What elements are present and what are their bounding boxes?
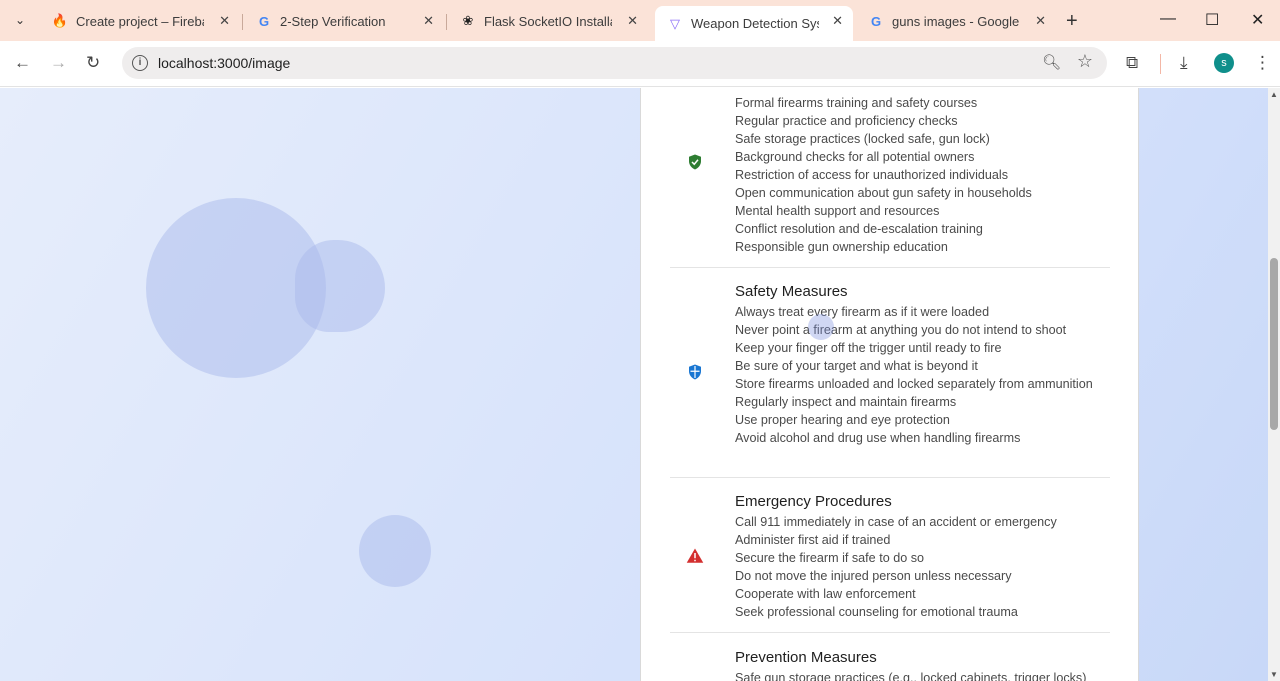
toolbar-divider (1160, 54, 1161, 74)
menu-kebab-icon[interactable]: ⋮ (1254, 53, 1271, 73)
security-shield-icon (689, 364, 701, 380)
tab-search-chevron-icon[interactable]: ⌄ (8, 8, 32, 32)
list-item: Keep your finger off the trigger until r… (735, 341, 1002, 355)
list-item: Store firearms unloaded and locked separ… (735, 377, 1093, 391)
list-item: Always treat every firearm as if it were… (735, 305, 990, 319)
google-icon: G (870, 13, 882, 29)
tab-separator (242, 14, 243, 30)
list-item: Safe gun storage practices (e.g., locked… (735, 671, 1087, 681)
decorative-circle-small (359, 515, 431, 587)
cursor-highlight (808, 314, 834, 340)
tab-google-search[interactable]: G guns images - Google Search ✕ (856, 6, 1056, 36)
openai-icon: ❀ (462, 13, 474, 28)
minimize-icon[interactable]: — (1160, 10, 1176, 28)
tab-title: guns images - Google Search (892, 13, 1020, 29)
tab-separator (446, 14, 447, 30)
section-heading: Prevention Measures (735, 649, 877, 666)
list-item: Avoid alcohol and drug use when handling… (735, 431, 1021, 445)
close-tab-icon[interactable]: ✕ (1035, 13, 1046, 29)
list-item: Seek professional counseling for emotion… (735, 605, 1018, 619)
tab-2step[interactable]: G 2-Step Verification ✕ (244, 6, 444, 36)
list-item: Do not move the injured person unless ne… (735, 569, 1012, 583)
section-divider (670, 267, 1110, 268)
section-divider (670, 477, 1110, 478)
tab-title: Weapon Detection System (691, 16, 819, 31)
list-item: Cooperate with law enforcement (735, 587, 916, 601)
close-tab-icon[interactable]: ✕ (627, 13, 638, 29)
page-background: Formal firearms training and safety cour… (0, 88, 1268, 681)
list-item: Restriction of access for unauthorized i… (735, 168, 1009, 182)
list-item: Be sure of your target and what is beyon… (735, 359, 978, 373)
decorative-shape (295, 240, 385, 332)
zoom-icon[interactable]: 🔍︎ (1042, 53, 1061, 71)
shield-check-icon (689, 154, 701, 170)
list-item: Secure the firearm if safe to do so (735, 551, 924, 565)
tab-firebase[interactable]: 🔥 Create project – Firebase ✕ (40, 6, 240, 36)
google-icon: G (258, 13, 270, 29)
list-item: Administer first aid if trained (735, 533, 891, 547)
list: Always treat every firearm as if it were… (735, 303, 1095, 447)
list: Formal firearms training and safety cour… (735, 94, 1095, 256)
tab-strip: ⌄ 🔥 Create project – Firebase ✕ G 2-Step… (0, 0, 1280, 41)
section-divider (670, 632, 1110, 633)
warning-icon (686, 548, 704, 563)
list-item: Regularly inspect and maintain firearms (735, 395, 957, 409)
list-item: Use proper hearing and eye protection (735, 413, 950, 427)
list-item: Mental health support and resources (735, 204, 940, 218)
download-icon[interactable]: ⤓ (1180, 53, 1188, 73)
section-heading: Emergency Procedures (735, 493, 892, 510)
list: Safe gun storage practices (e.g., locked… (735, 669, 1115, 681)
close-tab-icon[interactable]: ✕ (832, 13, 843, 29)
tab-title: 2-Step Verification (280, 13, 386, 29)
scroll-up-arrow-icon[interactable]: ▲ (1270, 90, 1278, 99)
url-text[interactable]: localhost:3000/image (158, 55, 290, 71)
forward-icon[interactable]: → (50, 53, 67, 73)
tab-flask[interactable]: ❀ Flask SocketIO Installation ✕ (448, 6, 648, 36)
tab-weapon-detection[interactable]: ▽ Weapon Detection System ✕ (655, 6, 853, 41)
page-scrollbar[interactable]: ▲ ▼ (1268, 88, 1280, 681)
back-icon[interactable]: ← (14, 53, 31, 73)
close-tab-icon[interactable]: ✕ (219, 13, 230, 29)
close-tab-icon[interactable]: ✕ (423, 13, 434, 29)
list-item: Safe storage practices (locked safe, gun… (735, 132, 990, 146)
extensions-icon[interactable]: ⧉ (1126, 53, 1138, 73)
bookmark-star-icon[interactable]: ☆ (1077, 51, 1093, 72)
profile-avatar[interactable]: s (1214, 53, 1234, 73)
list-item: Call 911 immediately in case of an accid… (735, 515, 1057, 529)
tab-title: Create project – Firebase (76, 13, 204, 29)
list: Call 911 immediately in case of an accid… (735, 513, 1095, 621)
scrollbar-thumb[interactable] (1270, 258, 1278, 430)
firebase-icon: 🔥 (51, 13, 69, 28)
browser-toolbar: ← → ↻ i localhost:3000/image 🔍︎ ☆ ⧉ ⤓ s … (0, 41, 1280, 87)
list-item: Responsible gun ownership education (735, 240, 948, 254)
maximize-icon[interactable]: ☐ (1205, 10, 1219, 30)
close-window-icon[interactable]: ✕ (1251, 10, 1264, 30)
list-item: Background checks for all potential owne… (735, 150, 975, 164)
scroll-down-arrow-icon[interactable]: ▼ (1270, 670, 1278, 679)
section-heading: Safety Measures (735, 283, 848, 300)
list-item: Open communication about gun safety in h… (735, 186, 1032, 200)
reload-icon[interactable]: ↻ (86, 53, 100, 73)
list-item: Formal firearms training and safety cour… (735, 96, 978, 110)
tab-title: Flask SocketIO Installation (484, 13, 612, 29)
safety-info-card: Formal firearms training and safety cour… (640, 88, 1139, 681)
list-item: Never point a firearm at anything you do… (735, 323, 1067, 337)
list-item: Conflict resolution and de-escalation tr… (735, 222, 983, 236)
vite-icon: ▽ (670, 15, 680, 31)
list-item: Regular practice and proficiency checks (735, 114, 958, 128)
new-tab-icon[interactable]: + (1066, 10, 1078, 33)
site-info-icon[interactable]: i (132, 55, 148, 71)
address-bar[interactable]: i localhost:3000/image 🔍︎ ☆ (122, 47, 1107, 79)
